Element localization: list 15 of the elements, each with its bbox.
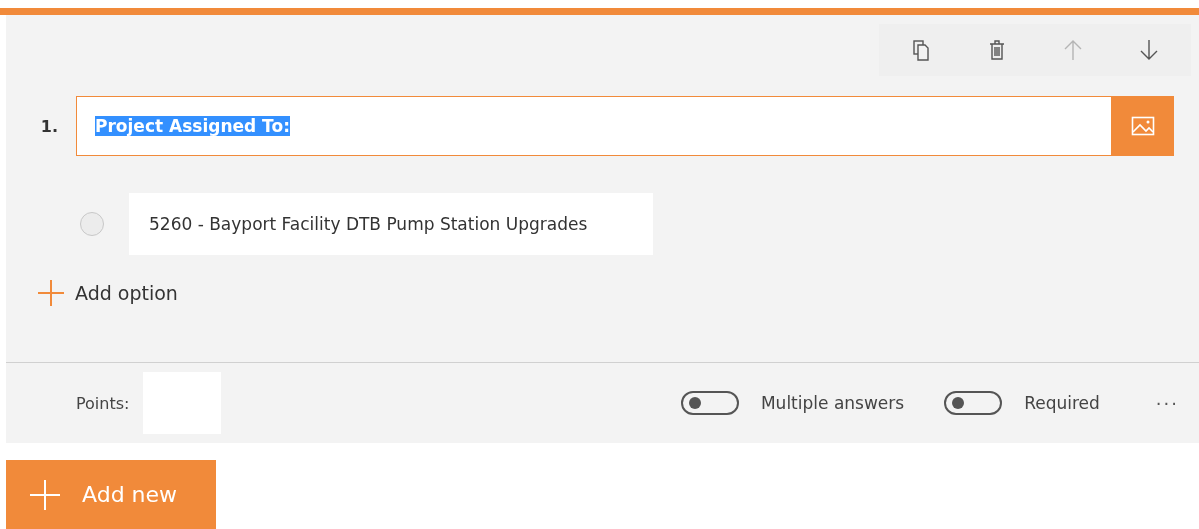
toggle-switch[interactable] [944,391,1003,415]
question-title: Project Assigned To: [95,116,290,136]
insert-image-button[interactable] [1112,96,1174,156]
radio-button[interactable] [80,212,104,236]
toggle-switch[interactable] [680,391,739,415]
points-label: Points: [76,393,130,413]
image-icon [1131,116,1155,136]
option-field[interactable]: 5260 - Bayport Facility DTB Pump Station Upgrades [129,193,653,255]
toggle-label: Required [1024,393,1100,413]
more-options-button[interactable]: ··· [1149,391,1185,415]
toggle-label: Multiple answers [760,393,905,413]
plus-icon [36,278,66,308]
question-number: 1. [39,116,59,136]
add-option-button[interactable]: Add option [36,278,178,308]
plus-icon [28,477,62,512]
